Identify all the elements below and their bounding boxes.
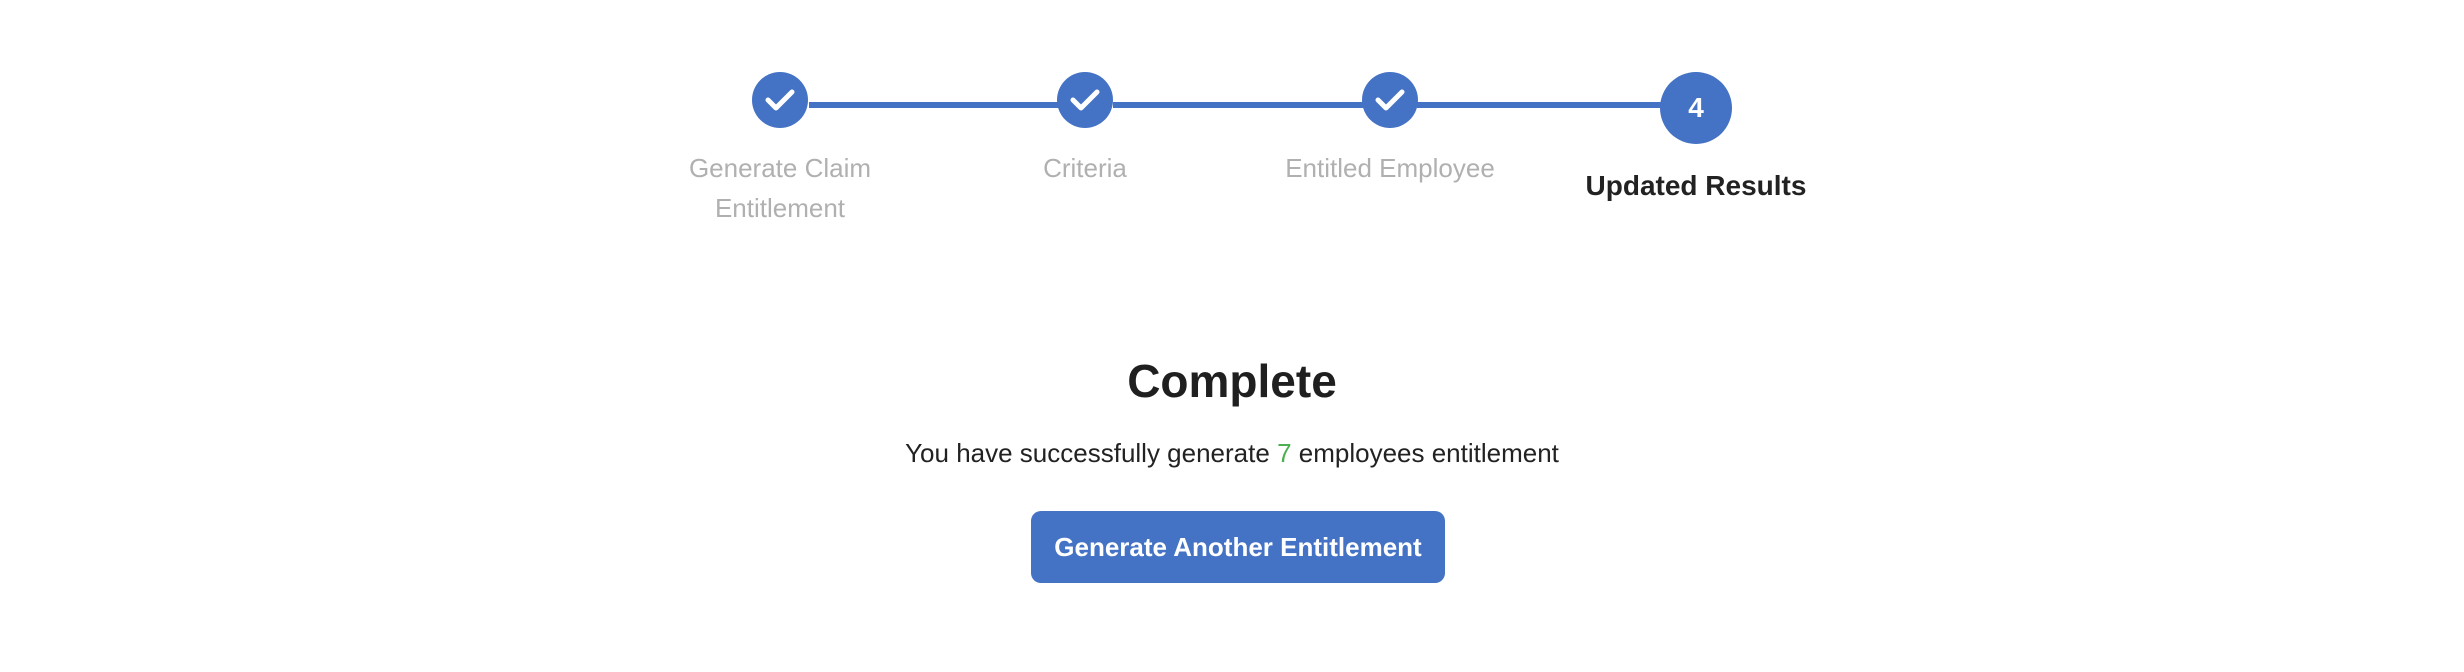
step-1-label: Generate Claim Entitlement bbox=[688, 153, 872, 223]
entitlement-wizard-page: Generate Claim Entitlement Criteria Enti… bbox=[0, 0, 2464, 672]
step-connector bbox=[809, 102, 1061, 108]
step-1-indicator bbox=[752, 72, 808, 128]
step-connector bbox=[1113, 102, 1365, 108]
step-4-label: Updated Results bbox=[1585, 170, 1807, 201]
result-message-suffix: employees entitlement bbox=[1298, 438, 1559, 468]
result-message: You have successfully generate 7 employe… bbox=[0, 433, 2464, 473]
step-3-label: Entitled Employee bbox=[1285, 153, 1495, 183]
generate-another-entitlement-button[interactable]: Generate Another Entitlement bbox=[1031, 511, 1445, 583]
step-3-indicator bbox=[1362, 72, 1418, 128]
step-connector bbox=[1417, 102, 1665, 108]
step-4-indicator: 4 bbox=[1660, 72, 1732, 144]
entitlement-count: 7 bbox=[1277, 438, 1292, 468]
step-2-label: Criteria bbox=[1043, 153, 1127, 183]
step-2-indicator bbox=[1057, 72, 1113, 128]
result-title: Complete bbox=[1127, 355, 1337, 407]
check-icon bbox=[1070, 89, 1100, 111]
result-message-prefix: You have successfully generate bbox=[905, 438, 1270, 468]
check-icon bbox=[1375, 89, 1405, 111]
check-icon bbox=[765, 89, 795, 111]
step-4-number: 4 bbox=[1688, 92, 1704, 123]
progress-stepper: Generate Claim Entitlement Criteria Enti… bbox=[0, 0, 2464, 240]
